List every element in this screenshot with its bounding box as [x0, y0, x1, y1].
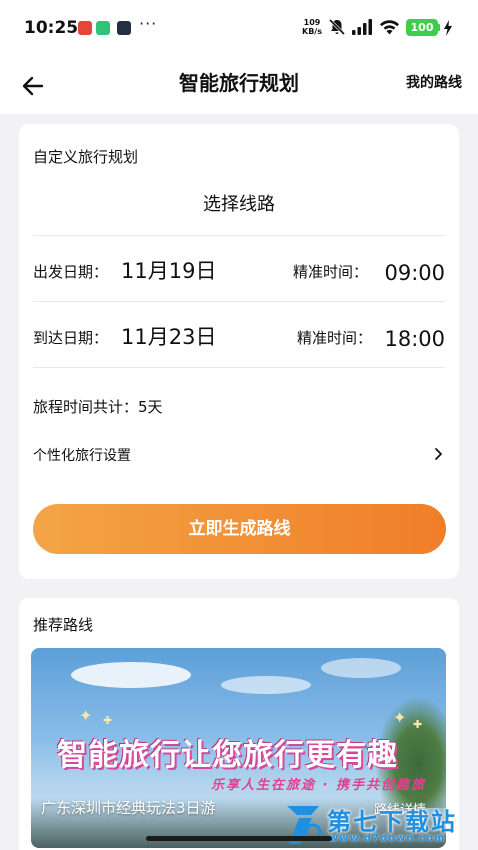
sparkle-icon: ✚: [103, 714, 113, 727]
arrival-label: 到达日期：: [33, 329, 109, 347]
divider: [33, 301, 445, 302]
app-icon: [117, 21, 131, 35]
network-speed: 109 KB/s: [302, 18, 322, 36]
arrival-time[interactable]: 18:00: [384, 327, 445, 351]
watermark-url: www.d7down.com: [329, 833, 446, 844]
departure-time[interactable]: 09:00: [384, 261, 445, 285]
network-speed-unit: KB/s: [302, 27, 322, 36]
network-speed-value: 109: [303, 18, 321, 27]
custom-plan-card: 自定义旅行规划 选择线路 出发日期： 11月19日 精准时间： 09:00 到达…: [19, 124, 459, 579]
recommended-heading: 推荐路线: [33, 616, 94, 634]
personalized-settings-row[interactable]: 个性化旅行设置: [33, 436, 445, 472]
banner-slogan: 智能旅行让您旅行更有趣: [57, 738, 398, 773]
arrival-row[interactable]: 到达日期： 11月23日 精准时间： 18:00: [33, 316, 445, 356]
app-notification-icon: [78, 21, 92, 35]
sparkle-icon: ✦: [393, 708, 407, 727]
personalized-settings-label: 个性化旅行设置: [33, 448, 131, 464]
plan-heading: 自定义旅行规划: [33, 148, 139, 166]
banner-sub-slogan: 乐享人生在旅途 · 携手共创趣旅: [211, 778, 426, 793]
my-routes-link[interactable]: 我的路线: [406, 72, 462, 92]
sparkle-icon: ✦: [79, 706, 93, 725]
departure-date[interactable]: 11月19日: [121, 255, 216, 285]
route-title: 广东深圳市经典玩法3日游: [41, 799, 216, 817]
select-route-button[interactable]: 选择线路: [19, 190, 459, 216]
cloud-shape: [221, 676, 311, 694]
chevron-right-icon: [435, 448, 442, 460]
battery-tip: [438, 24, 440, 31]
wechat-icon: [96, 21, 110, 35]
divider: [33, 367, 445, 368]
nav-bar: 智能旅行规划 我的路线: [0, 58, 478, 114]
departure-time-label: 精准时间：: [293, 263, 369, 281]
departure-row[interactable]: 出发日期： 11月19日 精准时间： 09:00: [33, 250, 445, 290]
more-notifications-icon: ···: [139, 14, 158, 33]
status-time: 10:25: [24, 18, 79, 38]
status-bar: 10:25 ··· 109 KB/s 100: [0, 0, 478, 58]
arrival-time-label: 精准时间：: [297, 329, 373, 347]
trip-duration: 旅程时间共计：5天: [33, 398, 163, 416]
charging-icon: [444, 20, 452, 36]
cloud-shape: [71, 662, 191, 688]
sparkle-icon: ✚: [413, 718, 423, 731]
departure-label: 出发日期：: [33, 263, 109, 281]
watermark-name: 第七下载站: [327, 808, 457, 836]
generate-route-button[interactable]: 立即生成路线: [33, 504, 446, 554]
signal-icon: [352, 19, 372, 35]
watermark: 第七下载站 www.d7down.com: [283, 800, 475, 850]
home-indicator[interactable]: [146, 836, 332, 841]
arrival-date[interactable]: 11月23日: [121, 321, 216, 351]
mute-icon: [328, 18, 346, 36]
divider: [33, 235, 445, 236]
wifi-icon: [380, 20, 399, 35]
cloud-shape: [321, 658, 401, 678]
battery-icon: 100: [406, 19, 438, 36]
